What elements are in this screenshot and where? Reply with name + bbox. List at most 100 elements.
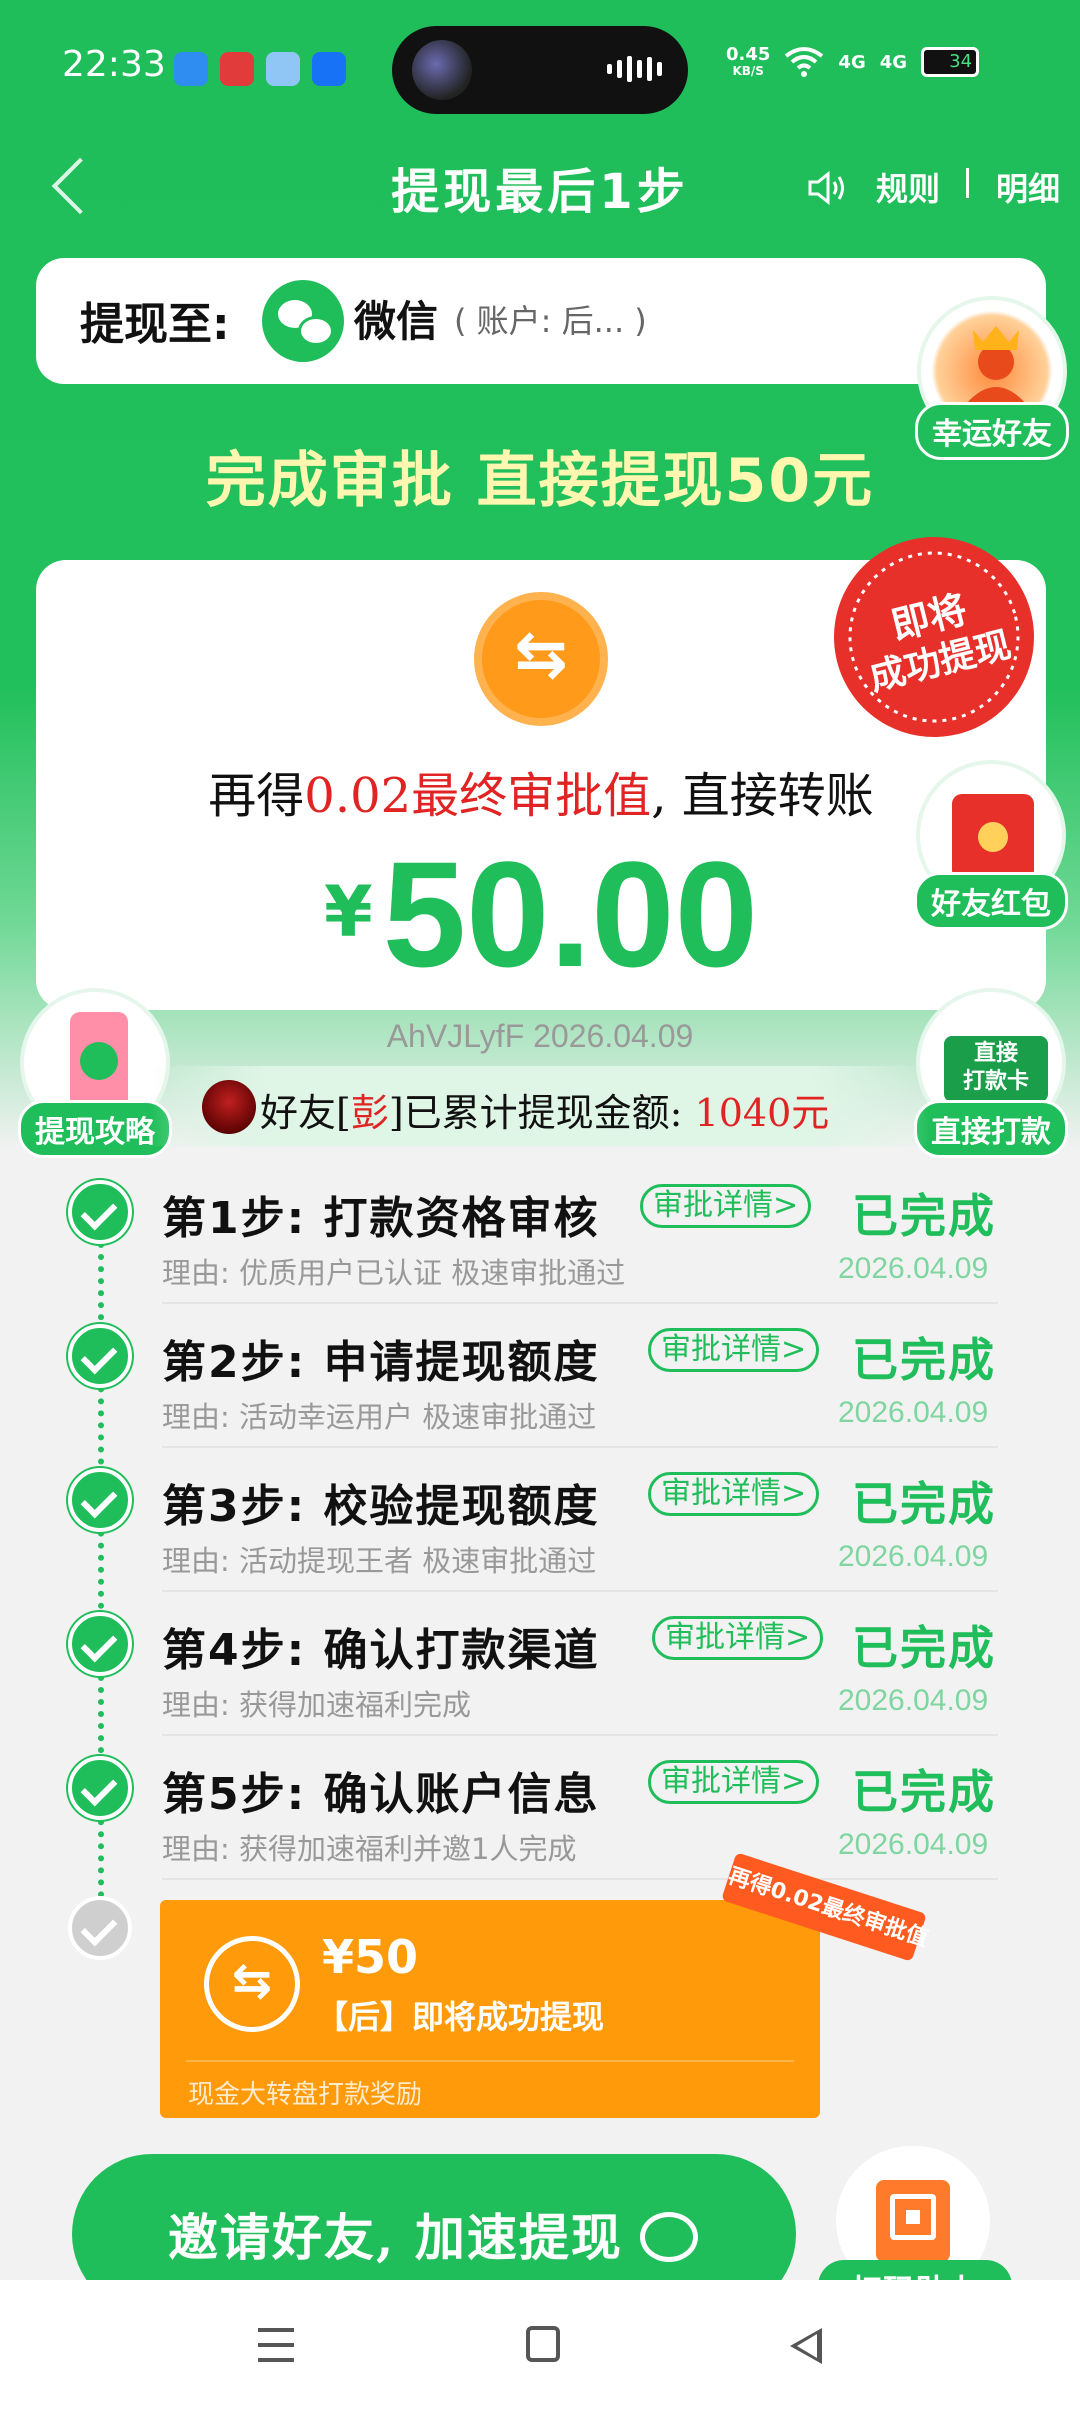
ticker-amount: 1040元 <box>694 1091 830 1135</box>
reward-amount: ¥50 <box>322 1930 419 1984</box>
step-title: 第3步: 校验提现额度 <box>162 1481 600 1532</box>
step-date: 2026.04.09 <box>838 1828 989 1861</box>
header-divider <box>966 168 969 198</box>
reward-card[interactable]: ¥50 【后】即将成功提现 现金大转盘打款奖励 <box>160 1900 820 2118</box>
step-title: 第1步: 打款资格审核 <box>162 1193 600 1244</box>
friend-red-packet-label: 好友红包 <box>914 872 1068 930</box>
check-icon <box>68 1180 132 1244</box>
currency-symbol: ¥ <box>323 871 373 953</box>
direct-pay-badge[interactable]: 直接 打款卡 直接打款 <box>906 988 1076 1158</box>
target-label: 提现至: <box>80 299 230 350</box>
direct-pay-label: 直接打款 <box>914 1100 1068 1158</box>
step-title: 第2步: 申请提现额度 <box>162 1337 600 1388</box>
network-speed-unit: KB/S <box>732 64 764 78</box>
step-status: 已完成 <box>852 1765 996 1819</box>
audio-wave-icon <box>607 56 662 82</box>
battery-level: 34 <box>949 51 973 72</box>
main-subtitle: 再得0.02最终审批值, 直接转账 <box>36 756 1046 826</box>
system-nav-bar <box>0 2280 1080 2412</box>
step-row: 第1步: 打款资格审核 审批详情> 已完成 理由: 优质用户已认证 极速审批通过… <box>0 1160 1080 1304</box>
dynamic-island[interactable] <box>392 26 688 114</box>
friend-red-packet-badge[interactable]: 好友红包 <box>906 760 1076 930</box>
check-icon <box>68 1612 132 1676</box>
red-packet-icon <box>952 794 1034 880</box>
success-seal-badge: 即将 成功提现 <box>834 537 1034 737</box>
pending-check-icon <box>68 1896 132 1960</box>
reward-swap-icon <box>204 1936 300 2032</box>
battery-icon: 34 <box>921 47 980 77</box>
reward-divider <box>186 2060 794 2062</box>
weather-icon <box>266 52 300 86</box>
wifi-icon <box>785 47 824 77</box>
ticker-name: 彭 <box>350 1091 389 1135</box>
app-icon-blue <box>174 52 208 86</box>
ticker-prefix: 好友[ <box>260 1091 351 1135</box>
step-reason: 理由: 获得加速福利并邀1人完成 <box>162 1832 577 1866</box>
wechat-bubble-icon <box>640 2212 698 2262</box>
step-row: 第4步: 确认打款渠道 审批详情> 已完成 理由: 获得加速福利完成 2026.… <box>0 1592 1080 1736</box>
reward-text: 【后】即将成功提现 <box>316 1998 605 2036</box>
detail-link[interactable]: 明细 <box>996 164 1060 210</box>
check-icon <box>68 1324 132 1388</box>
status-indicators: 0.45 KB/S 4G 4G 34 <box>726 44 980 79</box>
target-account: ( 账户: 后... ) <box>454 302 647 340</box>
step-row: 第2步: 申请提现额度 审批详情> 已完成 理由: 活动幸运用户 极速审批通过 … <box>0 1304 1080 1448</box>
headline: 完成审批 直接提现50元 <box>205 446 875 516</box>
friend-avatar <box>202 1080 256 1134</box>
step-reason: 理由: 获得加速福利完成 <box>162 1688 471 1722</box>
status-bar: 22:33 0.45 KB/S 4G 4G 34 <box>0 0 1080 130</box>
step-date: 2026.04.09 <box>838 1396 989 1429</box>
speaker-icon[interactable] <box>806 166 850 210</box>
status-app-icons <box>174 52 346 86</box>
step-status: 已完成 <box>852 1621 996 1675</box>
check-icon <box>68 1756 132 1820</box>
step-reason: 理由: 活动幸运用户 极速审批通过 <box>162 1400 597 1434</box>
amount-value: 50.00 <box>382 830 759 998</box>
app-icon-red <box>220 52 254 86</box>
step-status: 已完成 <box>852 1189 996 1243</box>
main-subtitle-suffix: , 直接转账 <box>651 768 874 824</box>
signal-4g-icon-1: 4G <box>838 51 866 73</box>
step-reason: 理由: 优质用户已认证 极速审批通过 <box>162 1256 626 1290</box>
target-channel: 微信 <box>354 297 439 346</box>
main-subtitle-prefix: 再得 <box>208 768 305 824</box>
invite-button-label: 邀请好友, 加速提现 <box>168 2208 623 2267</box>
step-row: 第5步: 确认账户信息 审批详情> 已完成 理由: 获得加速福利并邀1人完成 2… <box>0 1736 1080 1880</box>
approval-detail-button[interactable]: 审批详情> <box>640 1184 812 1228</box>
home-icon[interactable] <box>526 2326 560 2362</box>
withdraw-amount: ¥50.00 <box>36 828 1046 1001</box>
step-date: 2026.04.09 <box>838 1252 989 1285</box>
zhihu-icon <box>312 52 346 86</box>
approval-detail-button[interactable]: 审批详情> <box>648 1328 820 1372</box>
network-speed: 0.45 KB/S <box>726 44 771 79</box>
transfer-swap-icon <box>474 592 608 726</box>
ticker-text: 好友[彭]已累计提现金额: 1040元 <box>260 1082 829 1137</box>
withdraw-target-card: 提现至: 微信 ( 账户: 后... ) <box>36 258 1046 384</box>
friend-withdraw-ticker: 好友[彭]已累计提现金额: 1040元 <box>150 1066 930 1146</box>
step-status: 已完成 <box>852 1333 996 1387</box>
network-speed-value: 0.45 <box>726 44 771 65</box>
pay-card-line-2: 打款卡 <box>962 1069 1029 1094</box>
step-divider <box>162 1878 998 1880</box>
step-reason: 理由: 活动提现王者 极速审批通过 <box>162 1544 597 1578</box>
step-title: 第4步: 确认打款渠道 <box>162 1625 600 1676</box>
qr-code-icon <box>876 2180 950 2262</box>
approval-detail-button[interactable]: 审批详情> <box>648 1472 820 1516</box>
back-icon[interactable] <box>790 2328 822 2364</box>
rules-link[interactable]: 规则 <box>876 164 940 210</box>
check-icon <box>68 1468 132 1532</box>
lucky-friend-badge[interactable]: 幸运好友 <box>912 296 1072 460</box>
ticker-middle: ]已累计提现金额: <box>388 1091 683 1135</box>
menu-icon[interactable] <box>258 2328 294 2362</box>
reward-footnote: 现金大转盘打款奖励 <box>188 2080 423 2110</box>
step-status: 已完成 <box>852 1477 996 1531</box>
step-row: 第3步: 校验提现额度 审批详情> 已完成 理由: 活动提现王者 极速审批通过 … <box>0 1448 1080 1592</box>
signal-4g-icon-2: 4G <box>879 51 908 73</box>
step-date: 2026.04.09 <box>838 1684 989 1717</box>
status-time: 22:33 <box>62 44 166 85</box>
approval-detail-button[interactable]: 审批详情> <box>648 1760 820 1804</box>
music-cover-avatar <box>412 40 472 100</box>
strategy-label: 提现攻略 <box>18 1100 172 1158</box>
approval-detail-button[interactable]: 审批详情> <box>652 1616 824 1660</box>
main-subtitle-highlight: 0.02最终审批值 <box>304 768 652 824</box>
